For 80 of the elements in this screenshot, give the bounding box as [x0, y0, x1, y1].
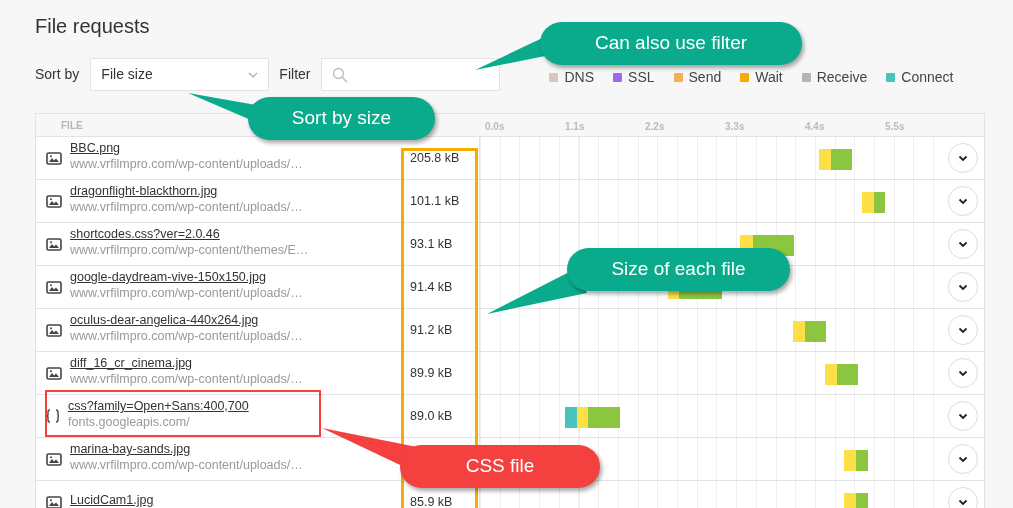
image-icon	[46, 452, 62, 466]
file-size: 91.4 kB	[410, 278, 453, 296]
callout-tooltip: CSS file	[400, 445, 600, 488]
image-icon	[46, 366, 62, 380]
file-url: www.vrfilmpro.com/wp-content/uploads/…	[70, 328, 303, 344]
expand-button[interactable]	[947, 229, 978, 259]
file-name-link[interactable]: dragonflight-blackthorn.jpg	[70, 183, 218, 199]
legend-label: DNS	[564, 67, 595, 87]
file-url: www.vrfilmpro.com/wp-content/uploads/…	[70, 457, 303, 473]
page-title: File requests	[35, 14, 150, 39]
file-size: 205.8 kB	[410, 149, 460, 167]
file-name-link[interactable]: diff_16_cr_cinema.jpg	[70, 355, 193, 371]
file-name-link[interactable]: oculus-dear-angelica-440x264.jpg	[70, 312, 259, 328]
chevron-down-icon	[957, 154, 968, 162]
timing-bar	[825, 364, 858, 385]
time-tick-label: 0.0s	[485, 120, 505, 134]
legend-label: Wait	[755, 67, 783, 87]
file-name-link[interactable]: BBC.png	[70, 140, 121, 156]
file-size: 89.9 kB	[410, 364, 453, 382]
legend-label: SSL	[628, 67, 655, 87]
file-url: www.vrfilmpro.com/wp-content/uploads/…	[70, 199, 303, 215]
expand-button[interactable]	[947, 358, 978, 388]
legend-label: Receive	[816, 67, 868, 87]
file-name-link[interactable]: shortcodes.css?ver=2.0.46	[70, 226, 220, 242]
legend-label: Connect	[901, 67, 954, 87]
time-tick-label: 2.2s	[645, 120, 665, 134]
braces-icon	[46, 409, 60, 423]
time-tick-label: 4.4s	[805, 120, 825, 134]
file-url: www.vrfilmpro.com/wp-content/uploads/…	[70, 156, 303, 172]
image-icon	[46, 194, 62, 208]
file-url: www.vrfilmpro.com/wp-content/uploads/…	[70, 371, 303, 387]
file-name-link[interactable]: google-daydream-vive-150x150.jpg	[70, 269, 266, 285]
chevron-down-icon	[957, 412, 968, 420]
file-url: www.vrfilmpro.com/wp-content/uploads/…	[70, 285, 303, 301]
timing-bar	[844, 493, 868, 508]
chevron-down-icon	[248, 71, 259, 78]
legend-label: Send	[688, 67, 722, 87]
file-size: 93.1 kB	[410, 235, 453, 253]
column-header: FILE	[61, 118, 83, 133]
file-url: fonts.googleapis.com/	[68, 414, 190, 430]
expand-button[interactable]	[947, 444, 978, 474]
timing-bar	[819, 149, 852, 170]
chevron-down-icon	[957, 197, 968, 205]
chevron-down-icon	[957, 326, 968, 334]
file-name-link[interactable]: LucidCam1.jpg	[70, 492, 154, 508]
chevron-down-icon	[957, 240, 968, 248]
image-icon	[46, 323, 62, 337]
file-size: 91.2 kB	[410, 321, 453, 339]
timing-bar	[793, 321, 826, 342]
filter-label: Filter	[279, 65, 311, 84]
file-name-link[interactable]: css?family=Open+Sans:400,700	[68, 398, 249, 414]
time-tick-label: 3.3s	[725, 120, 745, 134]
file-size: 101.1 kB	[410, 192, 460, 210]
image-icon	[46, 151, 62, 165]
image-icon	[46, 280, 62, 294]
sort-dropdown[interactable]: File size	[90, 58, 270, 91]
file-name-link[interactable]: marina-bay-sands.jpg	[70, 441, 191, 457]
chevron-down-icon	[957, 283, 968, 291]
expand-button[interactable]	[947, 272, 978, 302]
chevron-down-icon	[957, 369, 968, 377]
expand-button[interactable]	[947, 487, 978, 508]
expand-button[interactable]	[947, 186, 978, 216]
timing-bar	[844, 450, 868, 471]
file-size: 89.0 kB	[410, 407, 453, 425]
chevron-down-icon	[957, 498, 968, 506]
sort-label: Sort by	[35, 65, 80, 84]
timing-bar	[565, 407, 620, 428]
image-icon	[46, 495, 62, 508]
expand-button[interactable]	[947, 143, 978, 173]
chevron-down-icon	[957, 455, 968, 463]
file-url: www.vrfilmpro.com/wp-content/themes/E…	[70, 242, 309, 258]
timing-bar	[862, 192, 885, 213]
time-tick-label: 5.5s	[885, 120, 905, 134]
image-icon	[46, 237, 62, 251]
file-size: 85.9 kB	[410, 493, 453, 508]
filter-field[interactable]	[321, 58, 501, 91]
expand-button[interactable]	[947, 401, 978, 431]
time-tick-label: 1.1s	[565, 120, 585, 134]
search-icon	[332, 66, 349, 83]
expand-button[interactable]	[947, 315, 978, 345]
